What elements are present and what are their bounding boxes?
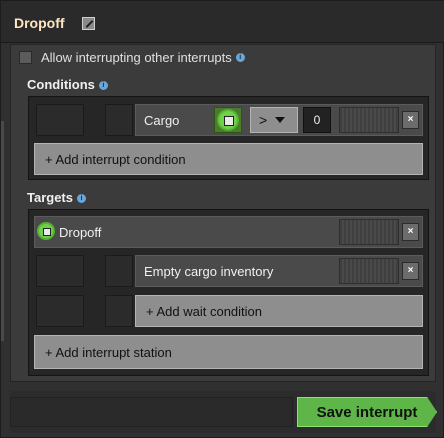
add-interrupt-condition-label: + Add interrupt condition xyxy=(45,151,186,167)
save-interrupt-label: Save interrupt xyxy=(316,403,418,421)
add-interrupt-station-button[interactable]: + Add interrupt station xyxy=(34,335,423,369)
window-title: Dropoff xyxy=(14,15,65,31)
close-icon[interactable]: × xyxy=(402,262,419,280)
allow-interrupting-checkbox[interactable] xyxy=(19,51,32,64)
add-wait-condition-label: + Add wait condition xyxy=(146,303,262,319)
chevron-down-icon xyxy=(275,117,286,123)
condition-value-input[interactable]: 0 xyxy=(303,107,331,133)
allow-interrupting-row[interactable]: Allow interrupting other interrupts i xyxy=(19,50,245,65)
close-icon[interactable]: × xyxy=(402,223,419,241)
wait-compare-slot[interactable] xyxy=(105,255,133,287)
condition-type-label: Cargo xyxy=(144,113,180,128)
footer-drag-area[interactable] xyxy=(10,397,293,427)
close-icon[interactable]: × xyxy=(402,111,419,129)
wait-add-and-or-slot[interactable] xyxy=(36,295,84,327)
train-stop-icon xyxy=(39,224,53,241)
allow-interrupting-label: Allow interrupting other interrupts xyxy=(41,50,232,65)
add-wait-condition-button[interactable]: + Add wait condition xyxy=(135,295,423,327)
title-bar[interactable]: Dropoff xyxy=(1,1,444,43)
condition-drag-handle[interactable] xyxy=(339,107,399,133)
targets-heading: Targets i xyxy=(27,190,86,205)
station-drag-handle[interactable] xyxy=(339,219,399,245)
condition-compare-slot[interactable] xyxy=(105,104,133,136)
comparator-dropdown[interactable]: > xyxy=(250,107,298,133)
pencil-icon[interactable] xyxy=(82,17,95,30)
comparator-value: > xyxy=(259,112,268,128)
info-icon[interactable]: i xyxy=(77,194,86,204)
save-interrupt-button[interactable]: Save interrupt xyxy=(297,397,437,427)
wait-and-or-slot[interactable] xyxy=(36,255,84,287)
info-icon[interactable]: i xyxy=(235,53,245,62)
station-name: Dropoff xyxy=(59,225,102,240)
wait-add-compare-slot[interactable] xyxy=(105,295,133,327)
conditions-heading: Conditions i xyxy=(27,77,108,92)
targets-label: Targets xyxy=(27,190,73,205)
add-interrupt-station-label: + Add interrupt station xyxy=(45,344,172,360)
left-edge-bar xyxy=(1,121,4,341)
interrupt-editor-window: Dropoff Allow interrupting other interru… xyxy=(0,0,444,438)
info-icon[interactable]: i xyxy=(98,81,108,91)
wait-condition-label: Empty cargo inventory xyxy=(144,264,274,279)
cargo-icon[interactable] xyxy=(214,107,242,133)
conditions-label: Conditions xyxy=(27,77,95,92)
wait-condition-drag-handle[interactable] xyxy=(339,258,399,284)
condition-and-or-slot[interactable] xyxy=(36,104,84,136)
add-interrupt-condition-button[interactable]: + Add interrupt condition xyxy=(34,143,423,175)
